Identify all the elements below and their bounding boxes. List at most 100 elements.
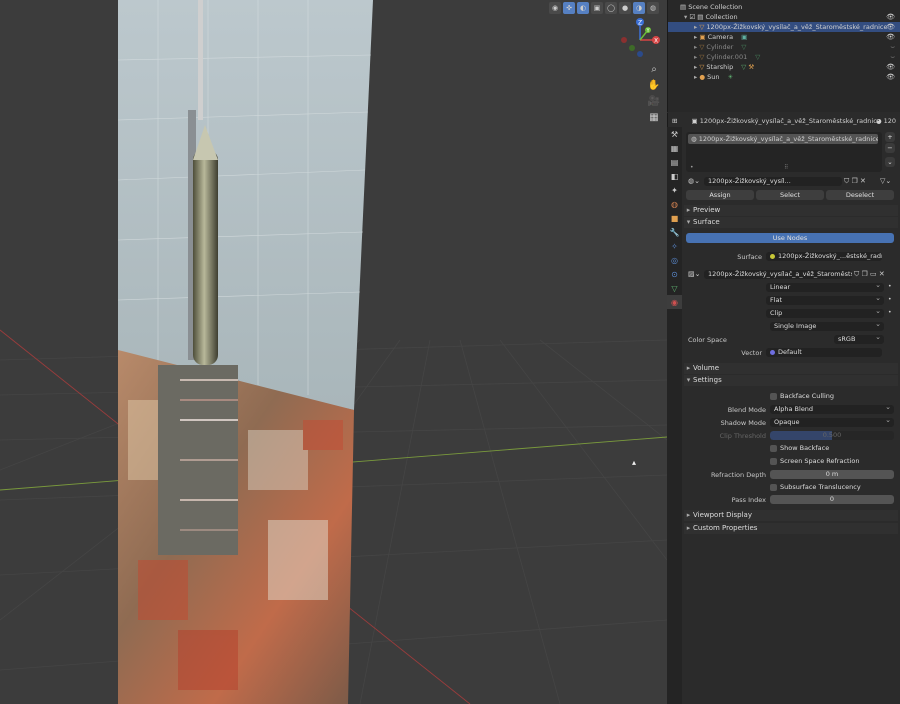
shading-solid-icon[interactable]: ● bbox=[619, 2, 631, 14]
interpolation-dropdown[interactable]: Linear bbox=[766, 283, 884, 292]
overlays-toggle-icon[interactable]: ◐ bbox=[577, 2, 589, 14]
checkbox-box[interactable] bbox=[770, 444, 777, 452]
duplicate-image-icon[interactable]: ❐ bbox=[861, 270, 867, 278]
custom-properties-panel-header[interactable]: ▸ Custom Properties bbox=[684, 523, 898, 534]
gizmo-toggle-icon[interactable]: ✜ bbox=[563, 2, 575, 14]
checkbox-box[interactable] bbox=[770, 392, 777, 400]
select-button[interactable]: Select bbox=[756, 190, 824, 200]
expand-arrow-icon[interactable]: ▸ bbox=[694, 53, 697, 61]
preview-panel-header[interactable]: ▸ Preview bbox=[684, 205, 898, 216]
pass-index-field[interactable]: 0 bbox=[770, 495, 894, 504]
shading-material-icon[interactable]: ◑ bbox=[633, 2, 645, 14]
deselect-button[interactable]: Deselect bbox=[826, 190, 894, 200]
unlink-material-icon[interactable]: ✕ bbox=[860, 177, 866, 185]
clip-threshold-slider[interactable]: 0.500 bbox=[770, 431, 894, 440]
subsurface-translucency-checkbox[interactable]: Subsurface Translucency bbox=[770, 483, 861, 492]
eye-icon[interactable]: 👁 bbox=[886, 62, 895, 72]
material-slot-list[interactable]: ◍ 1200px-Žižkovský_vysílač_a_věž_Staromě… bbox=[686, 132, 882, 172]
unlink-image-icon[interactable]: ✕ bbox=[879, 270, 885, 278]
hidden-eye-icon[interactable]: ⌣ bbox=[890, 42, 895, 52]
duplicate-material-icon[interactable]: ❐ bbox=[851, 177, 857, 185]
particles-tab-icon[interactable]: ✧ bbox=[667, 239, 682, 253]
fake-user-shield-icon[interactable]: ⛉ bbox=[854, 270, 859, 278]
use-nodes-button[interactable]: Use Nodes bbox=[686, 233, 894, 243]
expand-arrow-icon[interactable]: ▸ bbox=[694, 73, 697, 81]
camera-view-icon[interactable]: 🎥 bbox=[647, 94, 661, 108]
scene-tab-icon[interactable]: ✦ bbox=[667, 183, 682, 197]
material-tab-icon[interactable]: ◉ bbox=[667, 295, 682, 309]
checkbox-box[interactable] bbox=[770, 457, 777, 465]
outliner-item-starship[interactable]: ▸ ▽ Starship ▽ ⚒ 👁 bbox=[668, 62, 900, 72]
assign-button[interactable]: Assign bbox=[686, 190, 754, 200]
output-tab-icon[interactable]: ▤ bbox=[667, 155, 682, 169]
expand-arrow-icon[interactable]: ▸ bbox=[694, 43, 697, 51]
view-layer-tab-icon[interactable]: ◧ bbox=[667, 169, 682, 183]
eye-icon[interactable]: 👁 bbox=[886, 12, 895, 22]
surface-panel-header[interactable]: ▾ Surface bbox=[684, 217, 898, 228]
remove-slot-button[interactable]: − bbox=[885, 143, 895, 153]
open-folder-icon[interactable]: ▭ bbox=[870, 270, 877, 278]
outliner-panel[interactable]: ▤ Scene Collection ▾ ☑ ▤ Collection 👁 ▸ … bbox=[667, 0, 900, 112]
expand-arrow-icon[interactable]: ▾ bbox=[684, 13, 687, 21]
eye-icon[interactable]: 👁 bbox=[886, 32, 895, 42]
object-tab-icon[interactable]: ■ bbox=[667, 211, 682, 225]
ortho-toggle-icon[interactable]: ▦ bbox=[647, 110, 661, 124]
hidden-eye-icon[interactable]: ⌣ bbox=[890, 52, 895, 62]
zoom-icon[interactable]: ⌕ bbox=[647, 62, 661, 76]
tool-tab-icon[interactable]: ⚒ bbox=[667, 127, 682, 141]
outliner-item-cylinder-001[interactable]: ▸ ▽ Cylinder.001 ▽ ⌣ bbox=[668, 52, 900, 62]
add-slot-button[interactable]: + bbox=[885, 132, 895, 142]
eye-icon[interactable]: 👁 bbox=[886, 72, 895, 82]
list-grip[interactable]: ⠿ bbox=[784, 164, 788, 171]
physics-tab-icon[interactable]: ◎ bbox=[667, 253, 682, 267]
settings-panel-header[interactable]: ▾ Settings bbox=[684, 375, 898, 386]
expand-arrow-icon[interactable]: ▸ bbox=[694, 23, 697, 31]
view-object-types-icon[interactable]: ◉ bbox=[549, 2, 561, 14]
data-tab-icon[interactable]: ▽ bbox=[667, 281, 682, 295]
projection-dropdown[interactable]: Flat bbox=[766, 296, 884, 305]
editor-type-icon[interactable]: ⊞ bbox=[672, 117, 677, 125]
outliner-item-cylinder[interactable]: ▸ ▽ Cylinder ▽ ⌣ bbox=[668, 42, 900, 52]
pan-hand-icon[interactable]: ✋ bbox=[647, 78, 661, 92]
shading-wireframe-icon[interactable]: ◯ bbox=[605, 2, 617, 14]
list-resize-dot[interactable]: • bbox=[690, 164, 694, 171]
outliner-scene-collection[interactable]: ▤ Scene Collection bbox=[668, 2, 900, 12]
fake-user-shield-icon[interactable]: ⛉ bbox=[844, 177, 849, 185]
image-name-field[interactable]: 1200px-Žižkovský_vysílač_a_věž_Staroměst… bbox=[704, 270, 852, 279]
material-browse-icon[interactable]: ◍⌄ bbox=[688, 177, 700, 185]
viewport-display-panel-header[interactable]: ▸ Viewport Display bbox=[684, 510, 898, 521]
extension-dropdown[interactable]: Clip bbox=[766, 309, 884, 318]
backface-culling-checkbox[interactable]: Backface Culling bbox=[770, 392, 834, 401]
checkbox-icon[interactable]: ☑ bbox=[689, 13, 695, 21]
vector-field[interactable]: Default bbox=[766, 348, 882, 357]
image-browse-icon[interactable]: ▨⌄ bbox=[688, 270, 700, 278]
render-tab-icon[interactable]: ▦ bbox=[667, 141, 682, 155]
expand-arrow-icon[interactable]: ▸ bbox=[694, 33, 697, 41]
shading-rendered-icon[interactable]: ◍ bbox=[647, 2, 659, 14]
checkbox-box[interactable] bbox=[770, 483, 777, 491]
outliner-item-sun[interactable]: ▸ ● Sun ☀ 👁 bbox=[668, 72, 900, 82]
shadow-mode-dropdown[interactable]: Opaque bbox=[770, 418, 894, 427]
outliner-collection[interactable]: ▾ ☑ ▤ Collection 👁 bbox=[668, 12, 900, 22]
blend-mode-dropdown[interactable]: Alpha Blend bbox=[770, 405, 894, 414]
outliner-item-image-plane[interactable]: ▸ ▽ 1200px-Žižkovský_vysílač_a_věž_Staro… bbox=[668, 22, 900, 32]
surface-shader-field[interactable]: 1200px-Žižkovský_...ěstské_radnice.jp bbox=[766, 252, 882, 261]
material-link-icon[interactable]: ▽⌄ bbox=[880, 177, 891, 185]
constraints-tab-icon[interactable]: ⊙ bbox=[667, 267, 682, 281]
material-slot-item[interactable]: ◍ 1200px-Žižkovský_vysílač_a_věž_Staromě… bbox=[688, 134, 878, 144]
refraction-depth-field[interactable]: 0 m bbox=[770, 470, 894, 479]
show-backface-checkbox[interactable]: Show Backface bbox=[770, 444, 829, 453]
image-plane[interactable] bbox=[118, 0, 373, 704]
image-source-dropdown[interactable]: Single Image bbox=[770, 322, 884, 331]
navigation-gizmo[interactable]: Z X Y bbox=[618, 16, 662, 60]
slot-specials-button[interactable]: ⌄ bbox=[885, 157, 895, 167]
outliner-item-camera[interactable]: ▸ ▣ Camera ▣ 👁 bbox=[668, 32, 900, 42]
world-tab-icon[interactable]: ◍ bbox=[667, 197, 682, 211]
3d-viewport[interactable]: ◉ ✜ ◐ ▣ ◯ ● ◑ ◍ Z X Y ⌕ ✋ 🎥 ▦ ▴ bbox=[0, 0, 667, 704]
color-space-dropdown[interactable]: sRGB bbox=[834, 335, 884, 344]
pin-icon[interactable]: ◕ bbox=[876, 117, 882, 125]
volume-panel-header[interactable]: ▸ Volume bbox=[684, 363, 898, 374]
expand-arrow-icon[interactable]: ▸ bbox=[694, 63, 697, 71]
modifier-tab-icon[interactable]: 🔧 bbox=[667, 225, 682, 239]
material-name-field[interactable]: 1200px-Žižkovský_vysíl... bbox=[704, 177, 842, 186]
